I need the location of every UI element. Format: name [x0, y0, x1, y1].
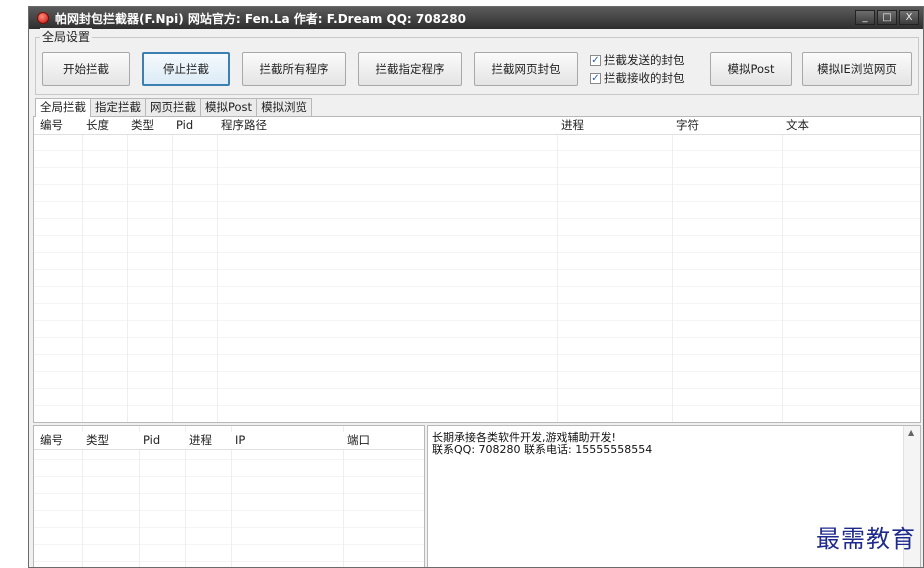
window-controls: _ □ X: [855, 10, 919, 25]
tab-bar: 全局拦截 指定拦截 网页拦截 模拟Post 模拟浏览: [35, 98, 313, 117]
column-header-id[interactable]: 编号: [40, 117, 63, 134]
watermark: 最需教育: [816, 525, 916, 553]
minimize-button[interactable]: _: [855, 10, 875, 25]
tab-simulate-browse[interactable]: 模拟浏览: [256, 98, 313, 116]
maximize-button[interactable]: □: [877, 10, 897, 25]
column-header-program-path[interactable]: 程序路径: [221, 117, 267, 134]
column-header-pid[interactable]: Pid: [176, 117, 193, 134]
column-header-length[interactable]: 长度: [86, 117, 109, 134]
connection-list-header: 编号 类型 Pid 进程 IP 端口: [34, 432, 424, 450]
simulate-ie-browse-button[interactable]: 模拟IE浏览网页: [802, 52, 912, 86]
checkbox-check-icon: ✓: [590, 72, 601, 84]
intercept-specific-program-button[interactable]: 拦截指定程序: [358, 52, 462, 86]
log-line: 联系QQ: 708280 联系电话: 15555558554: [432, 443, 653, 456]
column-header-id[interactable]: 编号: [40, 432, 63, 449]
column-header-ip[interactable]: IP: [235, 432, 245, 449]
checkbox-check-icon: ✓: [590, 54, 601, 66]
column-header-text[interactable]: 文本: [786, 117, 809, 134]
column-header-port[interactable]: 端口: [347, 432, 370, 449]
tab-simulate-post[interactable]: 模拟Post: [200, 98, 258, 116]
column-header-pid[interactable]: Pid: [143, 432, 160, 449]
scroll-up-arrow-icon[interactable]: ▲: [908, 428, 914, 437]
window-title: 帕网封包拦截器(F.Npi) 网站官方: Fen.La 作者: F.Dream …: [55, 11, 466, 26]
column-header-type[interactable]: 类型: [131, 117, 154, 134]
column-header-process[interactable]: 进程: [189, 432, 212, 449]
title-bar[interactable]: 帕网封包拦截器(F.Npi) 网站官方: Fen.La 作者: F.Dream …: [29, 7, 923, 29]
simulate-post-button[interactable]: 模拟Post: [710, 52, 792, 86]
tab-global-intercept[interactable]: 全局拦截: [35, 98, 91, 117]
intercept-sent-checkbox[interactable]: ✓ 拦截发送的封包: [590, 52, 685, 68]
column-header-process[interactable]: 进程: [561, 117, 584, 134]
intercept-web-packets-button[interactable]: 拦截网页封包: [474, 52, 578, 86]
packet-list-table[interactable]: 编号 长度 类型 Pid 程序路径 进程 字符 文本: [33, 116, 921, 423]
checkbox-label: 拦截发送的封包: [604, 53, 685, 67]
checkbox-label: 拦截接收的封包: [604, 71, 685, 85]
column-header-chars[interactable]: 字符: [676, 117, 699, 134]
log-text: 长期承接各类软件开发,游戏辅助开发! 联系QQ: 708280 联系电话: 15…: [432, 432, 652, 456]
packet-list-header: 编号 长度 类型 Pid 程序路径 进程 字符 文本: [34, 117, 920, 135]
global-settings-group: 全局设置 开始拦截 停止拦截 拦截所有程序 拦截指定程序 拦截网页封包 ✓ 拦截…: [35, 28, 919, 95]
app-window: 帕网封包拦截器(F.Npi) 网站官方: Fen.La 作者: F.Dream …: [28, 6, 924, 568]
tab-specific-intercept[interactable]: 指定拦截: [90, 98, 146, 116]
global-settings-label: 全局设置: [40, 28, 93, 45]
app-icon: [37, 12, 49, 24]
close-button[interactable]: X: [899, 10, 919, 25]
tab-web-intercept[interactable]: 网页拦截: [145, 98, 201, 116]
column-header-type[interactable]: 类型: [86, 432, 109, 449]
connection-list-table[interactable]: 编号 类型 Pid 进程 IP 端口: [33, 425, 425, 567]
start-intercept-button[interactable]: 开始拦截: [42, 52, 130, 86]
stop-intercept-button[interactable]: 停止拦截: [142, 52, 230, 86]
intercept-all-programs-button[interactable]: 拦截所有程序: [242, 52, 346, 86]
intercept-received-checkbox[interactable]: ✓ 拦截接收的封包: [590, 70, 685, 86]
